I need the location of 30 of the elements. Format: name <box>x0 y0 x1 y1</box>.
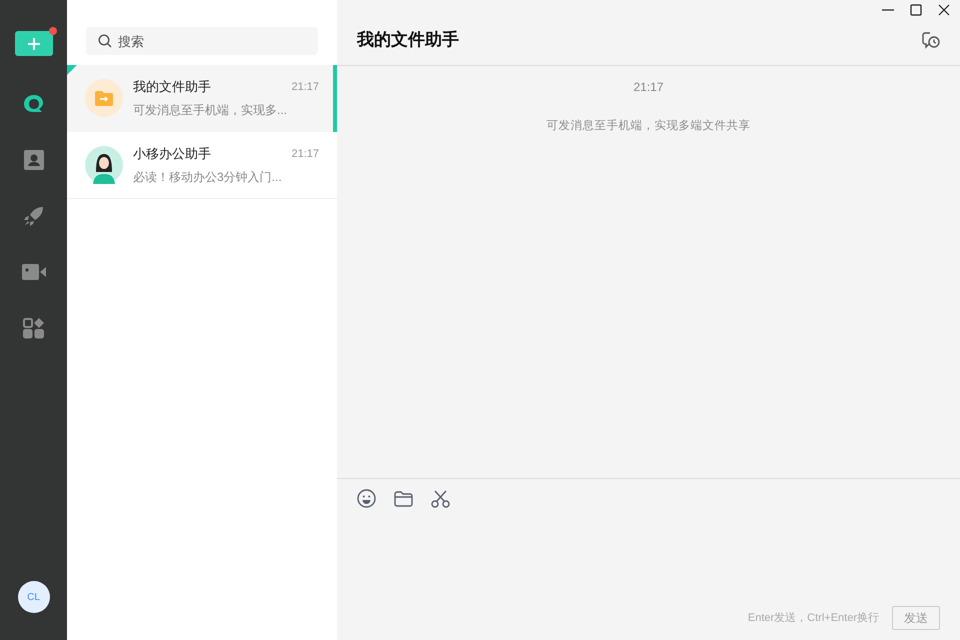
send-shortcut-hint: Enter发送，Ctrl+Enter换行 <box>748 610 879 626</box>
plus-icon <box>28 38 40 50</box>
chat-title: 我的文件助手 <box>357 28 459 51</box>
chat-history-icon[interactable] <box>922 30 940 48</box>
emoji-icon[interactable] <box>357 489 376 508</box>
folder-icon[interactable] <box>394 490 413 506</box>
chat-logo-icon <box>22 93 46 115</box>
maximize-icon[interactable] <box>910 4 922 16</box>
conversation-preview: 可发消息至手机端，实现多... <box>133 102 288 119</box>
search-icon <box>98 34 112 48</box>
rocket-icon <box>22 205 44 227</box>
conversation-item[interactable]: 我的文件助手 21:17 可发消息至手机端，实现多... <box>67 65 337 132</box>
close-icon[interactable] <box>938 4 950 16</box>
selected-corner-mark <box>67 65 77 75</box>
folder-avatar <box>85 79 123 117</box>
search-field[interactable]: 搜索 <box>86 27 318 55</box>
conversation-time: 21:17 <box>291 80 319 95</box>
system-notice: 可发消息至手机端，实现多端文件共享 <box>546 118 750 134</box>
conversation-preview: 必读！移动办公3分钟入门... <box>133 168 283 186</box>
message-time: 21:17 <box>633 79 664 96</box>
person-avatar <box>85 146 123 184</box>
selected-indicator <box>333 65 337 132</box>
contact-card-icon <box>24 150 44 170</box>
add-button[interactable] <box>14 31 52 56</box>
widgets-icon <box>23 318 44 338</box>
conversation-name: 小移办公助手 <box>133 145 211 164</box>
conversation-time: 21:17 <box>291 146 319 162</box>
scissors-icon[interactable] <box>431 490 450 508</box>
conversation-name: 我的文件助手 <box>133 78 211 96</box>
video-camera-icon <box>22 264 46 280</box>
